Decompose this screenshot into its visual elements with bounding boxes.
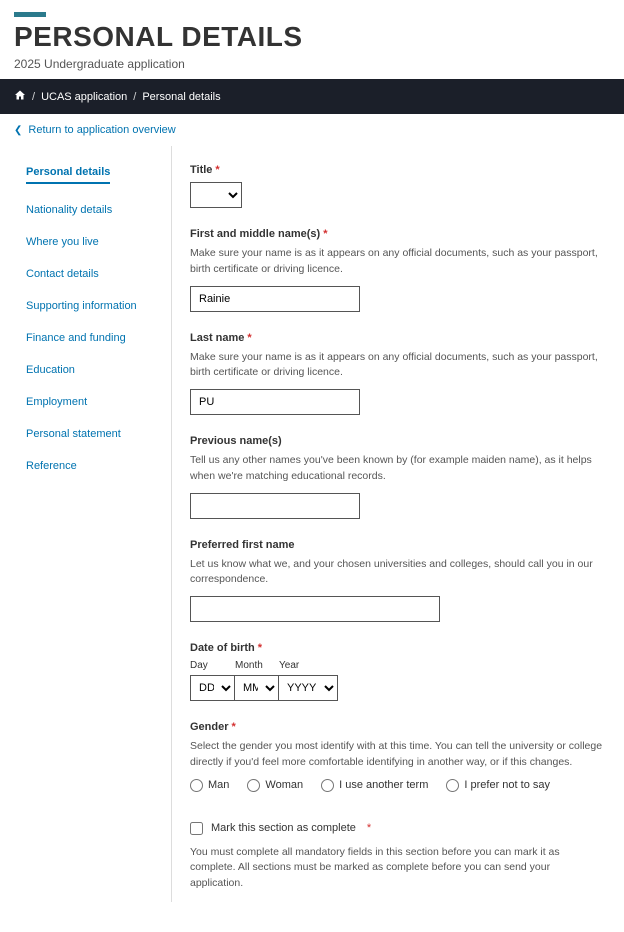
gender-radio-another[interactable]	[321, 779, 334, 792]
gender-label: Gender	[190, 721, 229, 733]
title-label: Title	[190, 164, 212, 176]
gender-option-another[interactable]: I use another term	[321, 779, 428, 792]
previous-name-label: Previous name(s)	[190, 435, 282, 447]
mark-complete-label: Mark this section as complete	[211, 822, 356, 834]
dob-day-select[interactable]: DD	[190, 675, 235, 701]
breadcrumb: / UCAS application / Personal details	[0, 79, 624, 114]
first-name-input[interactable]	[190, 286, 360, 312]
sidebar-item-nationality[interactable]: Nationality details	[26, 204, 159, 216]
sidebar-item-personal-details[interactable]: Personal details	[26, 166, 110, 184]
gender-option-woman[interactable]: Woman	[247, 779, 303, 792]
home-icon[interactable]	[14, 89, 26, 104]
breadcrumb-sep: /	[133, 91, 136, 103]
preferred-name-input[interactable]	[190, 596, 440, 622]
accent-bar	[14, 12, 46, 17]
dob-month-select[interactable]: MM	[234, 675, 279, 701]
last-name-input[interactable]	[190, 389, 360, 415]
preferred-name-hint: Let us know what we, and your chosen uni…	[190, 557, 604, 589]
gender-hint: Select the gender you most identify with…	[190, 739, 604, 771]
sidebar-item-finance-funding[interactable]: Finance and funding	[26, 332, 159, 344]
gender-radio-prefer-not[interactable]	[446, 779, 459, 792]
title-select[interactable]	[190, 182, 242, 208]
sidebar: Personal details Nationality details Whe…	[12, 146, 172, 902]
sidebar-item-where-you-live[interactable]: Where you live	[26, 236, 159, 248]
sidebar-item-personal-statement[interactable]: Personal statement	[26, 428, 159, 440]
mark-complete-hint: You must complete all mandatory fields i…	[190, 845, 604, 892]
first-name-label: First and middle name(s)	[190, 228, 320, 240]
sidebar-item-supporting-information[interactable]: Supporting information	[26, 300, 159, 312]
back-link-label: Return to application overview	[28, 124, 175, 136]
breadcrumb-item-1[interactable]: UCAS application	[41, 91, 127, 103]
required-marker: *	[367, 822, 371, 834]
dob-year-select[interactable]: YYYY	[278, 675, 338, 701]
required-marker: *	[247, 332, 251, 344]
first-name-hint: Make sure your name is as it appears on …	[190, 246, 604, 278]
last-name-hint: Make sure your name is as it appears on …	[190, 350, 604, 382]
gender-radio-man[interactable]	[190, 779, 203, 792]
dob-month-label: Month	[235, 660, 279, 671]
dob-year-label: Year	[279, 660, 338, 671]
required-marker: *	[215, 164, 219, 176]
mark-complete-checkbox[interactable]	[190, 822, 203, 835]
gender-radio-woman[interactable]	[247, 779, 260, 792]
sidebar-item-employment[interactable]: Employment	[26, 396, 159, 408]
page-subtitle: 2025 Undergraduate application	[14, 57, 610, 71]
back-link[interactable]: ❮ Return to application overview	[0, 114, 624, 146]
dob-label: Date of birth	[190, 642, 255, 654]
previous-name-hint: Tell us any other names you've been know…	[190, 453, 604, 485]
breadcrumb-item-2: Personal details	[142, 91, 220, 103]
sidebar-item-contact-details[interactable]: Contact details	[26, 268, 159, 280]
sidebar-item-reference[interactable]: Reference	[26, 460, 159, 472]
dob-day-label: Day	[190, 660, 235, 671]
sidebar-item-education[interactable]: Education	[26, 364, 159, 376]
form-main: Title* First and middle name(s)* Make su…	[172, 146, 612, 902]
last-name-label: Last name	[190, 332, 244, 344]
preferred-name-label: Preferred first name	[190, 539, 295, 551]
gender-option-prefer-not[interactable]: I prefer not to say	[446, 779, 550, 792]
previous-name-input[interactable]	[190, 493, 360, 519]
required-marker: *	[323, 228, 327, 240]
required-marker: *	[258, 642, 262, 654]
breadcrumb-sep: /	[32, 91, 35, 103]
chevron-left-icon: ❮	[14, 125, 22, 136]
page-title: PERSONAL DETAILS	[14, 21, 610, 53]
gender-option-man[interactable]: Man	[190, 779, 229, 792]
required-marker: *	[232, 721, 236, 733]
